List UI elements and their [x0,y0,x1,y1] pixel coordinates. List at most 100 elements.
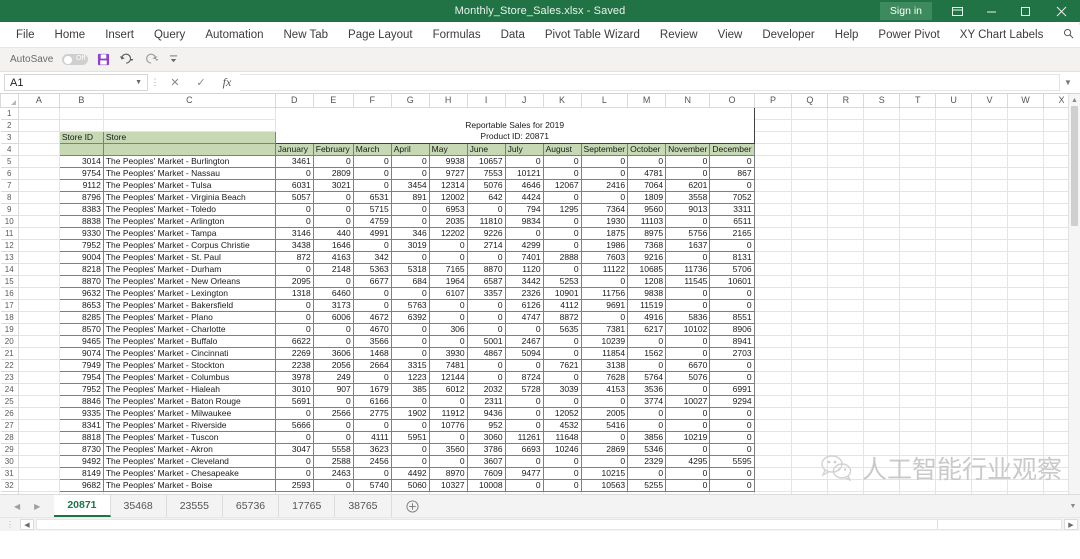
grid-cell[interactable] [1008,119,1044,131]
grid-cell[interactable] [864,275,900,287]
cell-month-12[interactable]: 0 [710,371,754,383]
grid-cell[interactable] [972,371,1008,383]
grid-cell[interactable] [972,239,1008,251]
cell-month-8[interactable]: 3039 [543,383,581,395]
cell-month-11[interactable]: 0 [666,251,710,263]
grid-cell[interactable] [754,143,792,155]
cell-store-id[interactable]: 8570 [59,323,103,335]
column-header-p[interactable]: P [754,94,792,107]
cell-month-8[interactable]: 0 [543,467,581,479]
cell-month-9[interactable]: 3138 [581,359,628,371]
cell-month-3[interactable]: 0 [353,287,391,299]
grid-cell[interactable] [18,107,59,119]
cell-month-8[interactable]: 0 [543,371,581,383]
cell-month-3[interactable]: 6677 [353,275,391,287]
cell-month-5[interactable]: 0 [429,335,467,347]
grid-cell[interactable] [900,443,936,455]
ribbon-tab-automation[interactable]: Automation [195,22,273,48]
cell-month-11[interactable]: 0 [666,419,710,431]
grid-cell[interactable] [972,107,1008,119]
column-header-c[interactable]: C [103,94,275,107]
grid-cell[interactable] [581,491,628,494]
cell-month-7[interactable]: 6693 [505,443,543,455]
cell-store-id[interactable]: 7954 [59,371,103,383]
cell-month-6[interactable]: 3786 [467,443,505,455]
cell-month-5[interactable]: 9727 [429,167,467,179]
table-row[interactable]: 178653The Peoples' Market - Bakersfield0… [1,299,1080,311]
column-header-k[interactable]: K [543,94,581,107]
table-row[interactable]: 209465The Peoples' Market - Buffalo66220… [1,335,1080,347]
column-header-w[interactable]: W [1008,94,1044,107]
cell-month-3[interactable]: 2775 [353,407,391,419]
table-row[interactable]: 169632The Peoples' Market - Lexington131… [1,287,1080,299]
cell-month-9[interactable]: 10563 [581,479,628,491]
ribbon-tab-file[interactable]: File [6,22,45,48]
row-header-33[interactable]: 33 [1,491,19,494]
cell-month-2[interactable]: 3173 [313,299,353,311]
cell-month-2[interactable]: 2148 [313,263,353,275]
cell-month-8[interactable]: 11648 [543,431,581,443]
grid-cell[interactable] [754,323,792,335]
cell-month-1[interactable]: 0 [275,311,313,323]
grid-cell[interactable] [543,491,581,494]
grid-cell[interactable] [1008,359,1044,371]
cell-month-11[interactable]: 5836 [666,311,710,323]
table-row[interactable]: 298730The Peoples' Market - Akron3047555… [1,443,1080,455]
report-title-line2[interactable]: Product ID: 20871 [275,131,754,143]
grid-cell[interactable] [1008,203,1044,215]
cell-month-1[interactable]: 0 [275,263,313,275]
cell-month-6[interactable]: 4867 [467,347,505,359]
cell-month-12[interactable]: 3311 [710,203,754,215]
grid-cell[interactable] [792,215,828,227]
grid-cell[interactable] [1008,371,1044,383]
grid-cell[interactable] [1008,299,1044,311]
cell-month-4[interactable]: 684 [391,275,429,287]
grid-cell[interactable] [18,119,59,131]
grid-cell[interactable] [864,215,900,227]
cell-month-8[interactable]: 0 [543,335,581,347]
grid-cell[interactable] [936,491,972,494]
grid-cell[interactable] [1008,407,1044,419]
row-header-32[interactable]: 32 [1,479,19,491]
grid-cell[interactable] [1008,227,1044,239]
grid-cell[interactable] [754,479,792,491]
column-header-v[interactable]: V [972,94,1008,107]
grid-cell[interactable] [103,119,275,131]
cell-month-4[interactable]: 0 [391,287,429,299]
table-row[interactable]: 3Store IDStoreProduct ID: 20871 [1,131,1080,143]
cell-store-name[interactable]: The Peoples' Market - Buffalo [103,335,275,347]
cell-month-10[interactable]: 5764 [628,371,666,383]
cell-month-3[interactable]: 0 [353,419,391,431]
select-all-corner[interactable] [1,94,19,107]
horizontal-scrollbar[interactable]: ⋮ ◀ ▶ [0,517,1080,531]
cell-month-1[interactable]: 3146 [275,227,313,239]
grid-cell[interactable] [1008,131,1044,143]
next-sheet-icon[interactable]: ▶ [34,502,40,511]
cell-month-11[interactable]: 10102 [666,323,710,335]
cell-store-id[interactable]: 8218 [59,263,103,275]
grid-cell[interactable] [59,143,103,155]
grid-cell[interactable] [754,407,792,419]
grid-cell[interactable] [1008,287,1044,299]
grid-cell[interactable] [936,407,972,419]
grid-cell[interactable] [754,383,792,395]
cell-month-12[interactable]: 8906 [710,323,754,335]
grid-cell[interactable] [900,263,936,275]
cell-store-id[interactable]: 9335 [59,407,103,419]
save-icon[interactable] [97,53,110,66]
cell-month-6[interactable]: 952 [467,419,505,431]
cell-store-name[interactable]: The Peoples' Market - Stockton [103,359,275,371]
grid-cell[interactable] [864,347,900,359]
cell-month-2[interactable]: 2809 [313,167,353,179]
grid-cell[interactable] [972,323,1008,335]
grid-cell[interactable] [18,359,59,371]
column-header-t[interactable]: T [900,94,936,107]
table-row[interactable]: 33 [1,491,1080,494]
cell-month-10[interactable]: 3536 [628,383,666,395]
grid-cell[interactable] [936,131,972,143]
grid-cell[interactable] [900,119,936,131]
row-header-30[interactable]: 30 [1,455,19,467]
cell-month-5[interactable]: 6107 [429,287,467,299]
grid-cell[interactable] [972,407,1008,419]
grid-cell[interactable] [754,263,792,275]
